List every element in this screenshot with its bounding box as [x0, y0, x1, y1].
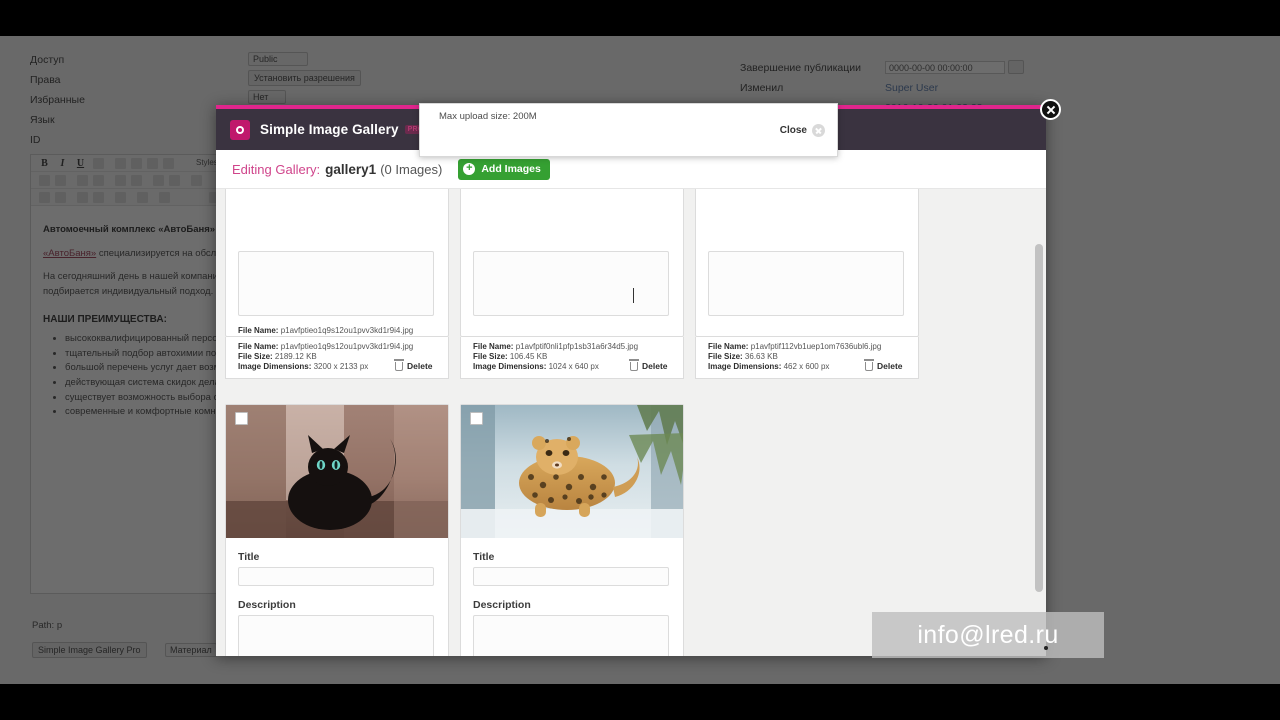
image-select-checkbox[interactable]: [235, 412, 248, 425]
file-name-label: File Name:: [473, 342, 514, 351]
trash-icon: [394, 358, 404, 371]
card-file-name: File Name: p1avfptieo1q9s12ou1pvv3kd1r9i…: [238, 326, 413, 337]
watermark-text: info@lred.ru: [917, 620, 1059, 649]
letterbox-bottom: [0, 684, 1280, 720]
black-cat-photo: [226, 405, 448, 538]
image-card[interactable]: Title Description File Name: p1avfpsif2m…: [225, 404, 449, 656]
modal-close-icon[interactable]: [1040, 99, 1061, 120]
file-size-label: File Size:: [473, 352, 508, 361]
card-title-label: Title: [473, 551, 495, 563]
trash-icon: [629, 358, 639, 371]
image-card[interactable]: Title Description File Name: p1avfptif69…: [460, 404, 684, 656]
file-size-value: 36.63 KB: [744, 352, 778, 361]
card-description-input[interactable]: [708, 251, 904, 316]
card-dimensions: Image Dimensions: 462 x 600 px: [708, 362, 829, 373]
trash-icon: [864, 358, 874, 371]
upload-close-button[interactable]: Close: [780, 124, 825, 137]
delete-label: Delete: [877, 361, 903, 371]
dimensions-value: 462 x 600 px: [783, 362, 830, 371]
gallery-image-count: (0 Images): [380, 161, 443, 177]
gallery-name: gallery1: [325, 161, 377, 177]
card-title-label: Title: [238, 551, 260, 563]
card-description-label: Description: [473, 599, 531, 611]
file-name-value: p1avfptieo1q9s12ou1pvv3kd1r9i4.jpg: [280, 342, 414, 351]
image-card-meta: File Name: p1avfptieo1q9s12ou1pvv3kd1r9i…: [225, 337, 449, 379]
file-size-label: File Size:: [238, 352, 273, 361]
file-name-label: File Name:: [708, 342, 749, 351]
add-images-button[interactable]: + Add Images: [458, 158, 550, 180]
file-size-label: File Size:: [708, 352, 743, 361]
leopard-photo: [461, 405, 683, 538]
image-card[interactable]: [695, 189, 919, 337]
close-icon[interactable]: [812, 124, 825, 137]
watermark: info@lred.ru: [872, 612, 1104, 658]
mouse-cursor: [1044, 646, 1048, 650]
delete-button[interactable]: Delete: [629, 358, 668, 371]
dimensions-value: 1024 x 640 px: [548, 362, 599, 371]
simple-image-gallery-modal: Simple Image Gallery PRO v3.0.0 Editing …: [216, 105, 1046, 656]
image-card-meta: File Name: p1avfptif0nli1pfp1sb31a6r34d5…: [460, 337, 684, 379]
file-name-value: p1avfptif112vb1uep1om7636ubl6.jpg: [750, 342, 882, 351]
card-description-label: Description: [238, 599, 296, 611]
card-dimensions: Image Dimensions: 3200 x 2133 px: [238, 362, 368, 373]
delete-button[interactable]: Delete: [394, 358, 433, 371]
image-card[interactable]: [460, 189, 684, 337]
file-name-value: p1avfptieo1q9s12ou1pvv3kd1r9i4.jpg: [280, 326, 414, 335]
editing-gallery-label: Editing Gallery:: [232, 161, 321, 177]
file-name-label: File Name:: [238, 342, 279, 351]
delete-label: Delete: [642, 361, 668, 371]
image-card-meta: File Name: p1avfptif112vb1uep1om7636ubl6…: [695, 337, 919, 379]
image-thumbnail[interactable]: [461, 405, 683, 538]
image-select-checkbox[interactable]: [470, 412, 483, 425]
camera-icon: [230, 119, 250, 140]
delete-button[interactable]: Delete: [864, 358, 903, 371]
image-thumbnail[interactable]: [226, 405, 448, 538]
dimensions-label: Image Dimensions:: [238, 362, 312, 371]
file-name-value: p1avfptif0nli1pfp1sb31a6r34d5.jpg: [515, 342, 639, 351]
max-upload-size-text: Max upload size: 200M: [439, 111, 537, 122]
gallery-cards-scroll-region[interactable]: File Name: p1avfptieo1q9s12ou1pvv3kd1r9i…: [216, 189, 1046, 656]
dimensions-label: Image Dimensions:: [708, 362, 782, 371]
text-caret: [633, 288, 634, 303]
file-name-label: File Name:: [238, 326, 279, 335]
gallery-cards-grid: File Name: p1avfptieo1q9s12ou1pvv3kd1r9i…: [216, 189, 1037, 656]
dimensions-label: Image Dimensions:: [473, 362, 547, 371]
card-description-input[interactable]: [473, 615, 669, 656]
upload-close-label: Close: [779, 125, 807, 136]
dimensions-value: 3200 x 2133 px: [313, 362, 369, 371]
upload-info-panel: Max upload size: 200M Close: [419, 103, 838, 157]
file-size-value: 106.45 KB: [509, 352, 548, 361]
gallery-scrollbar-thumb[interactable]: [1035, 244, 1043, 592]
letterbox-top: [0, 0, 1280, 36]
card-description-input[interactable]: [238, 615, 434, 656]
delete-label: Delete: [407, 361, 433, 371]
file-size-value: 2189.12 KB: [274, 352, 317, 361]
card-title-input[interactable]: [473, 567, 669, 586]
card-title-input[interactable]: [238, 567, 434, 586]
card-description-input[interactable]: [238, 251, 434, 316]
modal-app-title: Simple Image Gallery: [260, 122, 399, 137]
card-description-input[interactable]: [473, 251, 669, 316]
image-card[interactable]: File Name: p1avfptieo1q9s12ou1pvv3kd1r9i…: [225, 189, 449, 337]
plus-icon: +: [463, 163, 476, 175]
card-dimensions: Image Dimensions: 1024 x 640 px: [473, 362, 599, 373]
add-images-label: Add Images: [481, 163, 541, 175]
